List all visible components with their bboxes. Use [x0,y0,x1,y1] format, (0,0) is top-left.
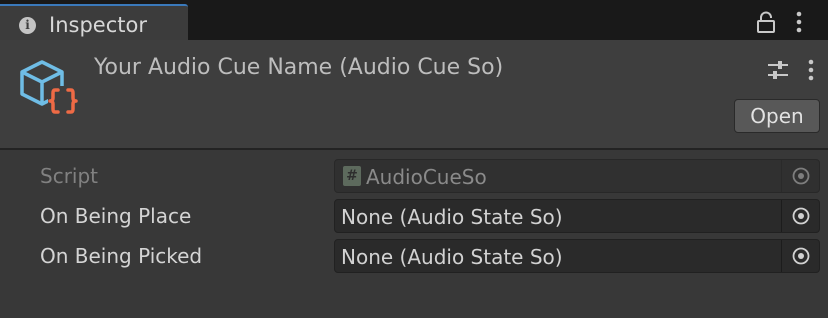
script-value: AudioCueSo [366,165,487,189]
object-picker-button[interactable] [781,240,819,272]
object-picker-button [781,160,819,192]
open-button[interactable]: Open [734,99,820,133]
target-icon [792,247,810,265]
info-icon: i [19,17,36,34]
on-being-place-value: None (Audio State So) [341,205,563,229]
kebab-menu-icon[interactable] [795,11,803,33]
settings-sliders-icon[interactable] [767,59,789,81]
on-being-place-object-field[interactable]: None (Audio State So) [334,199,820,233]
target-icon [792,207,810,225]
on-being-picked-value: None (Audio State So) [341,245,563,269]
object-picker-button[interactable] [781,200,819,232]
on-being-picked-object-field[interactable]: None (Audio State So) [334,239,820,273]
lock-icon[interactable] [756,11,776,33]
asset-title: Your Audio Cue Name (Audio Cue So) [94,55,504,80]
asset-header: Your Audio Cue Name (Audio Cue So) Open [0,40,828,148]
kebab-menu-icon[interactable] [807,59,815,81]
property-label-on-being-picked: On Being Picked [40,244,203,268]
tab-label: Inspector [49,13,147,37]
tab-inspector[interactable]: i Inspector [0,4,188,40]
property-label-script: Script [40,164,99,188]
script-object-field: # AudioCueSo [334,159,820,193]
inspector-tab-bar: i Inspector [0,0,828,40]
target-icon [792,167,810,185]
header-divider [0,148,828,150]
script-hash-icon: # [343,166,361,186]
property-label-on-being-place: On Being Place [40,204,192,228]
scriptable-object-icon [20,60,78,116]
